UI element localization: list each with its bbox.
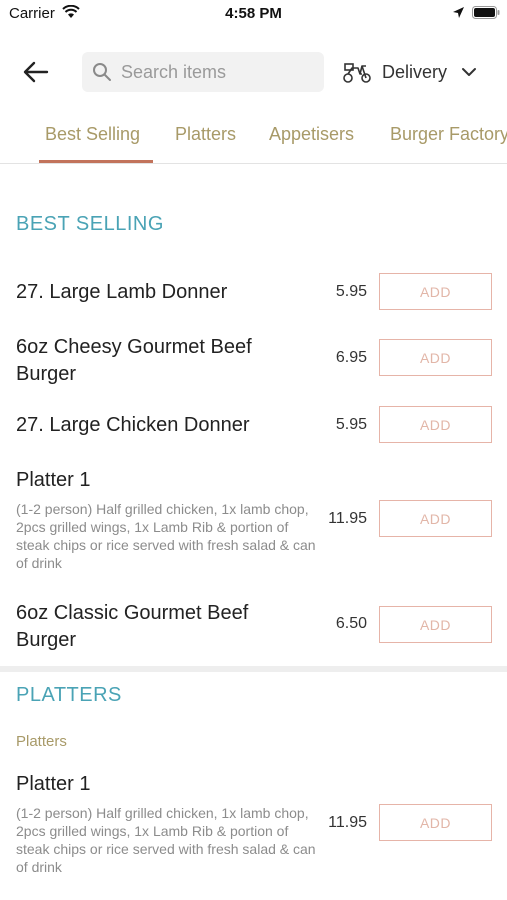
item-description: (1-2 person) Half grilled chicken, 1x la… <box>16 501 316 571</box>
item-name: 6oz Cheesy Gourmet Beef Burger <box>16 336 252 385</box>
item-name: 27. Large Chicken Donner <box>16 414 250 436</box>
tab-burger-factory[interactable]: Burger Factory <box>390 124 507 145</box>
item-price: 5.95 <box>335 283 367 300</box>
add-button[interactable]: ADD <box>379 804 492 841</box>
item-price: 11.95 <box>328 510 367 527</box>
item-name: Platter 1 <box>16 469 91 491</box>
top-bar: Delivery <box>0 40 507 104</box>
active-tab-indicator <box>39 160 153 163</box>
item-name: Platter 1 <box>16 773 91 795</box>
back-button[interactable] <box>22 58 50 86</box>
add-button[interactable]: ADD <box>379 406 492 443</box>
category-tabs: Best Selling Platters Appetisers Burger … <box>0 112 507 164</box>
search-box[interactable] <box>82 52 324 92</box>
section-title-platters: PLATTERS <box>16 684 122 706</box>
section-divider <box>0 666 507 672</box>
status-bar: Carrier 4:58 PM <box>0 0 507 30</box>
delivery-label: Delivery <box>382 61 448 82</box>
tab-appetisers[interactable]: Appetisers <box>269 124 354 145</box>
item-price: 5.95 <box>335 416 367 433</box>
add-button[interactable]: ADD <box>379 606 492 643</box>
section-subtitle: Platters <box>16 733 67 750</box>
item-price: 6.95 <box>335 349 367 366</box>
item-name: 6oz Classic Gourmet Beef Burger <box>16 602 249 651</box>
location-arrow-icon <box>453 7 464 18</box>
add-button[interactable]: ADD <box>379 500 492 537</box>
item-price: 6.50 <box>335 615 367 632</box>
add-button[interactable]: ADD <box>379 273 492 310</box>
section-title-best-selling: BEST SELLING <box>16 213 164 235</box>
search-input[interactable] <box>121 61 311 83</box>
search-icon <box>93 63 111 81</box>
chevron-down-icon <box>462 68 477 76</box>
clock: 4:58 PM <box>225 5 282 22</box>
back-arrow-icon <box>23 61 49 83</box>
add-button[interactable]: ADD <box>379 339 492 376</box>
scooter-icon <box>343 63 371 83</box>
item-description: (1-2 person) Half grilled chicken, 1x la… <box>16 805 316 875</box>
item-name: 27. Large Lamb Donner <box>16 281 228 303</box>
item-price: 11.95 <box>328 814 367 831</box>
delivery-selector[interactable]: Delivery <box>342 58 477 86</box>
battery-icon <box>472 6 500 19</box>
tab-platters[interactable]: Platters <box>175 124 236 145</box>
tab-best-selling[interactable]: Best Selling <box>45 124 140 145</box>
